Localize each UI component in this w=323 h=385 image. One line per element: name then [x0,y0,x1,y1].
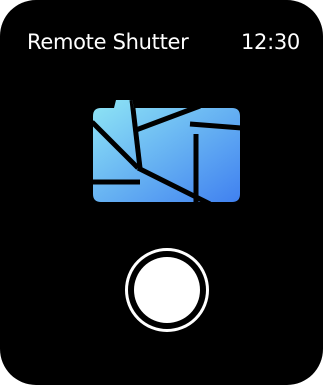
shutter-button-inner [134,257,200,323]
watch-screen: Remote Shutter 12:30 [0,0,323,385]
status-bar: Remote Shutter 12:30 [27,26,300,58]
camera-aperture-icon [92,100,242,204]
camera-aperture-graphic [93,100,240,202]
clock-time: 12:30 [240,30,300,54]
app-title: Remote Shutter [27,30,189,54]
shutter-button[interactable] [125,248,209,332]
